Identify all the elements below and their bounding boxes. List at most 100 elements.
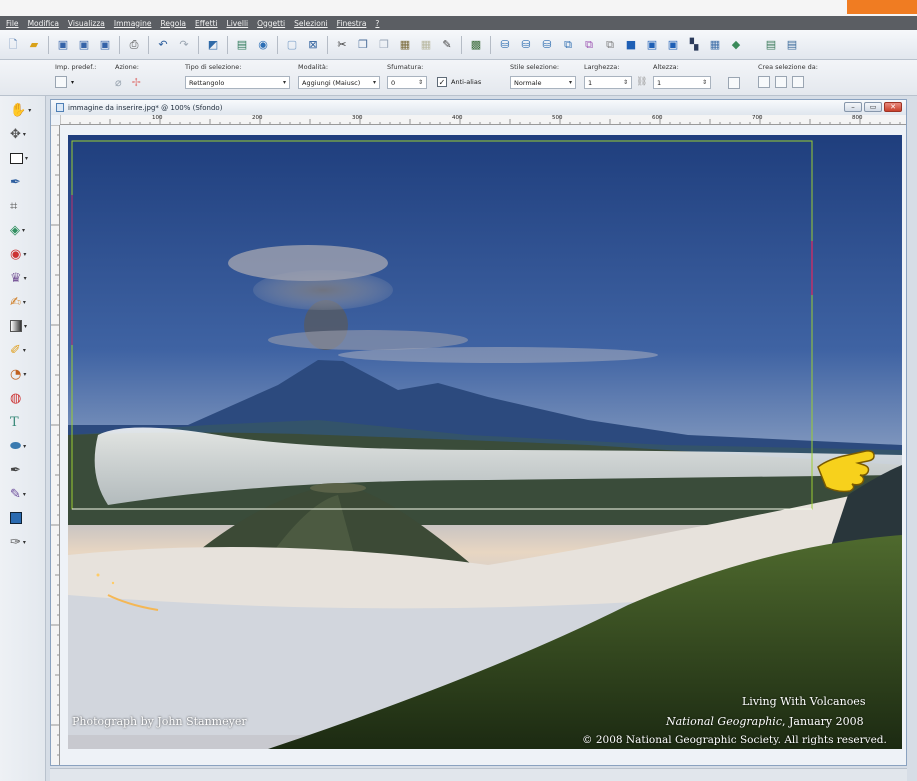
selection-tool[interactable]: ▾ bbox=[10, 148, 40, 168]
brush-tool[interactable]: ✍ ▾ bbox=[10, 292, 40, 312]
cut-icon[interactable]: ✂ bbox=[333, 36, 351, 54]
dropper-tool[interactable]: ✒ bbox=[10, 172, 40, 192]
maximize-button[interactable]: ▭ bbox=[864, 102, 882, 112]
layer-raster-icon[interactable]: ⛁ bbox=[517, 36, 535, 54]
spinner-icon[interactable]: ⇕ bbox=[418, 79, 423, 86]
menu-effetti[interactable]: Effetti bbox=[195, 19, 218, 28]
photo-title-caption: Living With Volcanoes bbox=[742, 695, 866, 708]
link-ratio-icon[interactable]: ⛓ bbox=[636, 77, 647, 87]
new-file-icon[interactable]: 🗋 bbox=[4, 36, 22, 54]
save-as-icon[interactable]: ▣ bbox=[75, 36, 93, 54]
gradient-icon bbox=[10, 320, 22, 332]
toolbar-separator bbox=[461, 35, 462, 54]
redo-icon[interactable]: ↷ bbox=[175, 36, 193, 54]
toolbar-separator bbox=[277, 35, 278, 54]
menu-livelli[interactable]: Livelli bbox=[227, 19, 249, 28]
layer-vector-icon[interactable]: ⛁ bbox=[538, 36, 556, 54]
from-layer-icon[interactable] bbox=[758, 76, 770, 88]
ruler-ticks bbox=[60, 115, 901, 124]
apply-icon[interactable] bbox=[728, 77, 740, 89]
select-none-icon[interactable]: ⌀ bbox=[115, 76, 122, 89]
spinner-icon[interactable]: ⇕ bbox=[702, 79, 707, 86]
close-button[interactable]: ✕ bbox=[884, 102, 902, 112]
menu-selezioni[interactable]: Selezioni bbox=[294, 19, 328, 28]
fit-window-icon[interactable]: ▢ bbox=[283, 36, 301, 54]
photo-credit-caption: Photograph by John Stanmeyer bbox=[72, 715, 247, 728]
script-icon[interactable]: ▤ bbox=[762, 36, 780, 54]
eraser-icon: ✐ bbox=[10, 342, 21, 358]
copy-merged-icon[interactable]: ❐ bbox=[375, 36, 393, 54]
image-canvas[interactable]: Photograph by John Stanmeyer Living With… bbox=[68, 135, 902, 749]
select-all-icon[interactable]: ✢ bbox=[132, 76, 141, 89]
width-input[interactable]: 1 ⇕ bbox=[584, 76, 632, 89]
learning-icon[interactable]: ◆ bbox=[727, 36, 745, 54]
selection-type-select[interactable]: Rettangolo ▾ bbox=[185, 76, 290, 89]
ruler-ticks bbox=[51, 125, 59, 756]
layer-group-icon[interactable]: ⧉ bbox=[601, 36, 619, 54]
from-image-icon[interactable] bbox=[792, 76, 804, 88]
selection-style-select[interactable]: Normale ▾ bbox=[510, 76, 576, 89]
browser-icon[interactable]: ◉ bbox=[254, 36, 272, 54]
menu-finestra[interactable]: Finestra bbox=[337, 19, 367, 28]
magic-wand-icon[interactable]: ✎ bbox=[438, 36, 456, 54]
shape-tool[interactable]: ⬬ ▾ bbox=[10, 436, 40, 456]
menu-visualizza[interactable]: Visualizza bbox=[68, 19, 105, 28]
menu-help[interactable]: ? bbox=[375, 19, 379, 28]
menu-file[interactable]: File bbox=[6, 19, 19, 28]
overview-icon[interactable]: ▚ bbox=[685, 36, 703, 54]
paste-layer-icon[interactable]: ▦ bbox=[417, 36, 435, 54]
mesh-warp-tool[interactable]: ✑ ▾ bbox=[10, 532, 40, 552]
menu-immagine[interactable]: Immagine bbox=[114, 19, 152, 28]
from-layers-icon[interactable] bbox=[775, 76, 787, 88]
menu-modifica[interactable]: Modifica bbox=[28, 19, 59, 28]
smudge-tool[interactable]: ◔ ▾ bbox=[10, 364, 40, 384]
histogram-icon[interactable]: ▣ bbox=[664, 36, 682, 54]
red-eye-tool[interactable]: ◉ ▾ bbox=[10, 244, 40, 264]
menu-oggetti[interactable]: Oggetti bbox=[257, 19, 285, 28]
menu-regola[interactable]: Regola bbox=[161, 19, 187, 28]
full-screen-icon[interactable]: ⊠ bbox=[304, 36, 322, 54]
crop-tool[interactable]: ⌗ bbox=[10, 196, 40, 216]
paste-icon[interactable]: ▦ bbox=[396, 36, 414, 54]
resize-icon[interactable]: ◩ bbox=[204, 36, 222, 54]
accent-strip bbox=[847, 0, 917, 14]
warp-brush-tool[interactable]: ✎ ▾ bbox=[10, 484, 40, 504]
pen-tool[interactable]: ✒ bbox=[10, 460, 40, 480]
layer-mask-icon[interactable]: ⧉ bbox=[559, 36, 577, 54]
layer-new-icon[interactable]: ⛁ bbox=[496, 36, 514, 54]
materials-icon[interactable]: ▣ bbox=[643, 36, 661, 54]
picture-tube-tool[interactable] bbox=[10, 508, 40, 528]
makeover-tool[interactable]: ♛ ▾ bbox=[10, 268, 40, 288]
copy-icon[interactable]: ❐ bbox=[354, 36, 372, 54]
mode-select[interactable]: Aggiungi (Maiusc) ▾ bbox=[298, 76, 380, 89]
print-icon[interactable]: ⎙ bbox=[125, 36, 143, 54]
ruler-label: 700 bbox=[752, 115, 763, 121]
flood-fill-tool[interactable]: ◍ bbox=[10, 388, 40, 408]
save-icon[interactable]: ▣ bbox=[54, 36, 72, 54]
brush-variance-icon[interactable]: ▤ bbox=[783, 36, 801, 54]
layer-adjust-icon[interactable]: ⧉ bbox=[580, 36, 598, 54]
minimize-button[interactable]: – bbox=[844, 102, 862, 112]
makeover-icon: ♛ bbox=[10, 270, 22, 286]
toolbar-separator bbox=[48, 35, 49, 54]
palette-icon[interactable]: ■ bbox=[622, 36, 640, 54]
height-input[interactable]: 1 ⇕ bbox=[653, 76, 711, 89]
eraser-tool[interactable]: ✐ ▾ bbox=[10, 340, 40, 360]
feather-input[interactable]: 0 ⇕ bbox=[387, 76, 427, 89]
clipboard-icon[interactable]: ▩ bbox=[467, 36, 485, 54]
open-folder-icon[interactable]: ▰ bbox=[25, 36, 43, 54]
straighten-tool[interactable]: ◈ ▾ bbox=[10, 220, 40, 240]
chevron-down-icon[interactable]: ▾ bbox=[71, 79, 74, 86]
text-tool[interactable]: T bbox=[10, 412, 40, 432]
undo-icon[interactable]: ↶ bbox=[154, 36, 172, 54]
preset-selection-icon[interactable] bbox=[55, 76, 67, 88]
grid-icon[interactable]: ▦ bbox=[706, 36, 724, 54]
gradient-tool[interactable]: ▾ bbox=[10, 316, 40, 336]
document-titlebar[interactable]: immagine da inserire.jpg* @ 100% (Sfondo… bbox=[51, 100, 906, 115]
save-copy-icon[interactable]: ▣ bbox=[96, 36, 114, 54]
spinner-icon[interactable]: ⇕ bbox=[623, 79, 628, 86]
antialias-checkbox[interactable]: ✓ bbox=[437, 77, 447, 87]
view-icon[interactable]: ▤ bbox=[233, 36, 251, 54]
pan-tool[interactable]: ✋ ▾ bbox=[10, 100, 40, 120]
pick-tool[interactable]: ✥ ▾ bbox=[10, 124, 40, 144]
